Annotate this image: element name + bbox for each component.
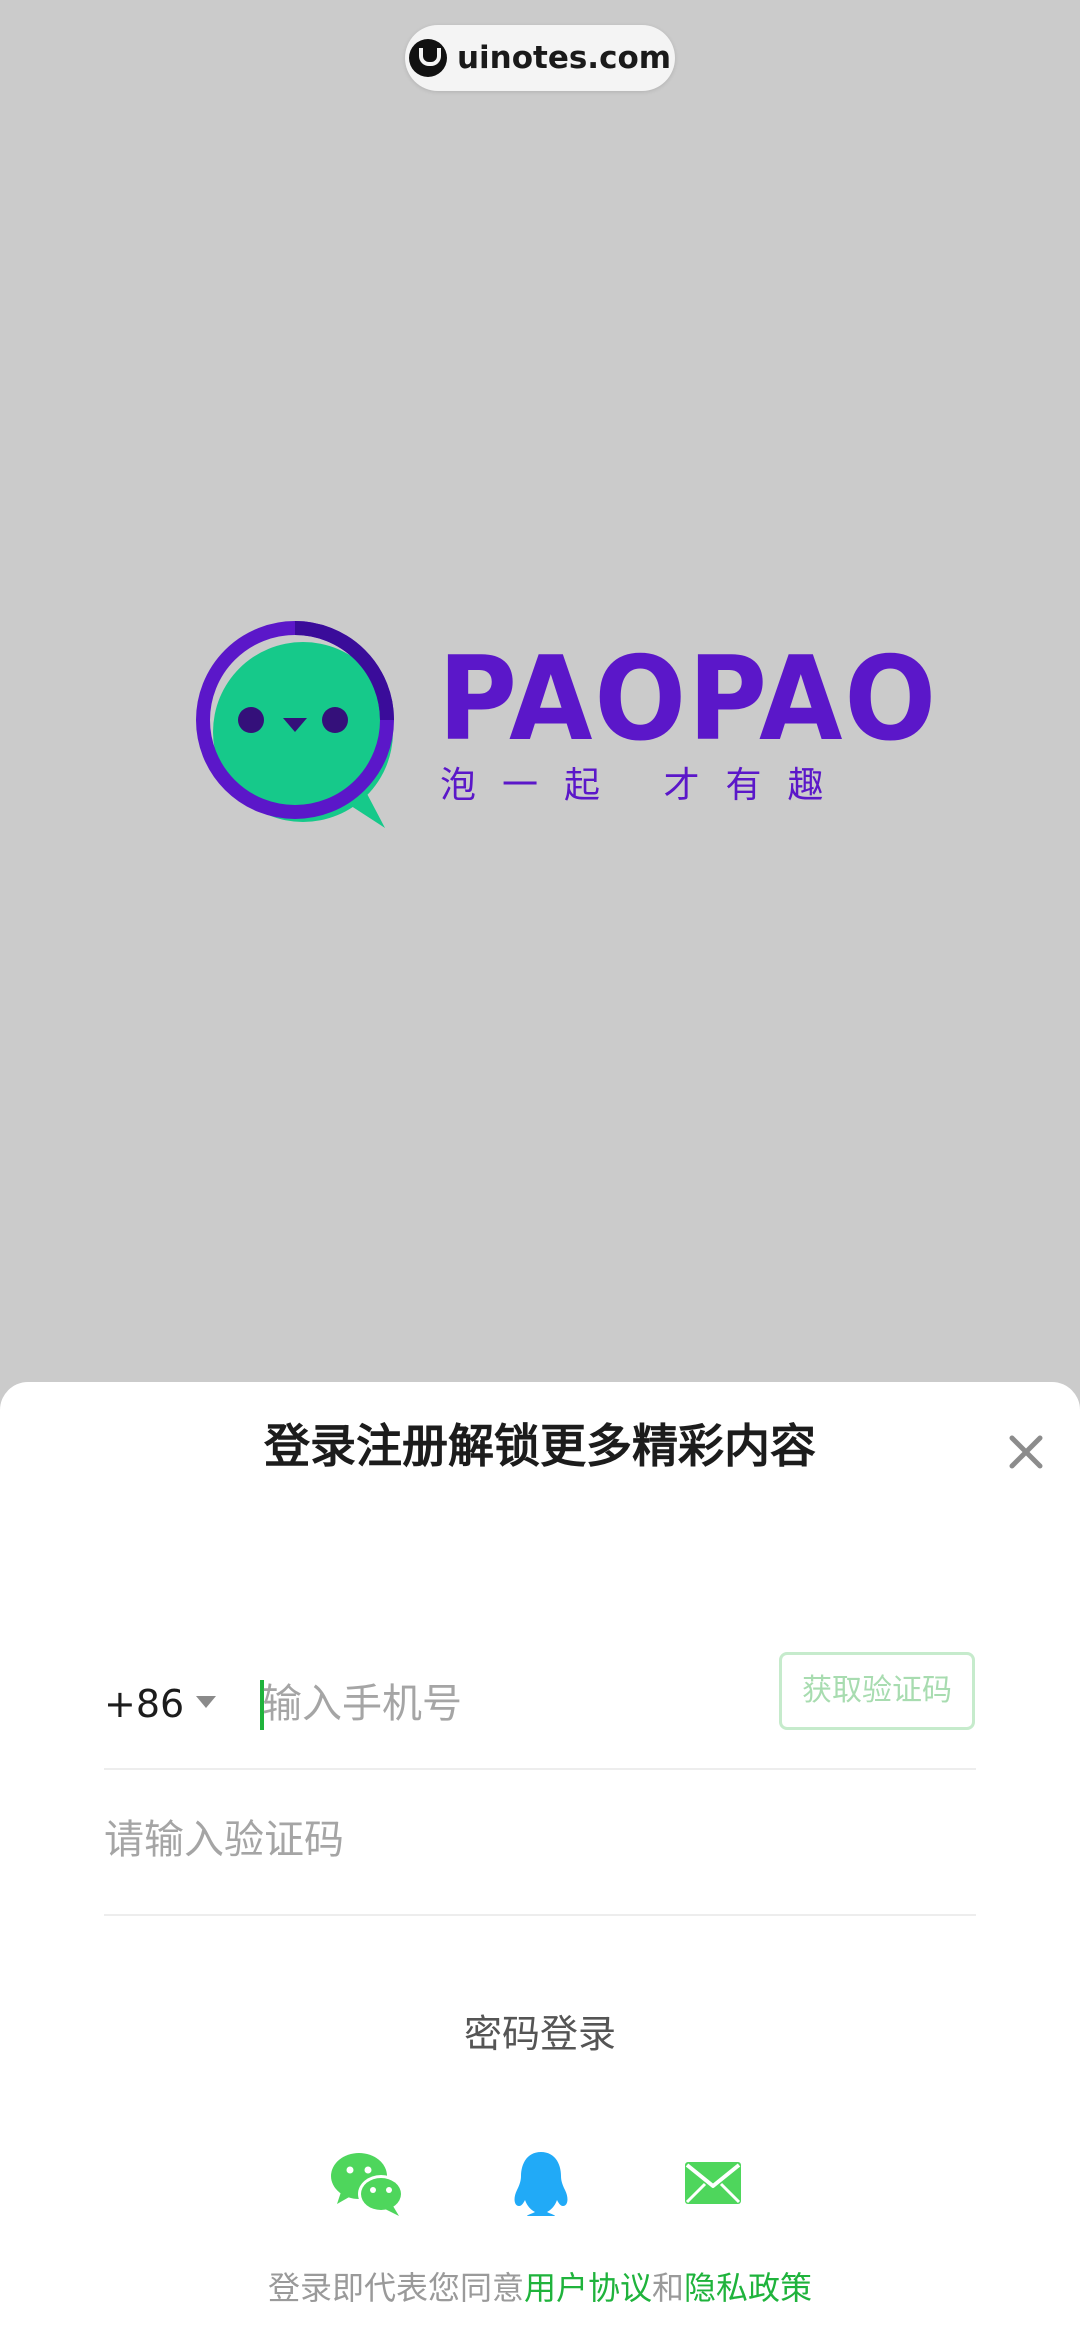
qq-icon[interactable]: [501, 2148, 581, 2218]
close-icon[interactable]: [1000, 1426, 1052, 1478]
country-code-selector[interactable]: +86: [104, 1678, 184, 1730]
phone-row: +86 获取验证码: [104, 1652, 976, 1770]
watermark-badge: uinotes.com: [405, 25, 675, 91]
phone-input[interactable]: [262, 1672, 762, 1736]
brand-name: PAOPAO: [438, 632, 938, 767]
brand-tagline: 泡一起 才有趣: [440, 765, 850, 806]
verify-row: [104, 1768, 976, 1916]
user-agreement-link[interactable]: 用户协议: [524, 2269, 652, 2307]
get-code-button[interactable]: 获取验证码: [779, 1652, 975, 1730]
login-sheet: 登录注册解锁更多精彩内容 +86 获取验证码 密码登录: [0, 1382, 1080, 2340]
chevron-down-icon[interactable]: [196, 1696, 216, 1708]
uinotes-logo-icon: [408, 39, 447, 77]
agreement-and: 和: [652, 2269, 685, 2307]
login-screen: uinotes.com PAOPAO 泡一起 才有趣 登录注册解锁更多精彩内容 …: [0, 0, 1080, 2340]
watermark-text: uinotes.com: [456, 40, 672, 76]
agreement-text: 登录即代表您同意用户协议和隐私政策: [0, 2266, 1080, 2310]
brand-logo: PAOPAO 泡一起 才有趣: [195, 620, 936, 830]
paopao-mascot-icon: [196, 621, 394, 828]
privacy-policy-link[interactable]: 隐私政策: [684, 2269, 812, 2307]
sheet-title: 登录注册解锁更多精彩内容: [264, 1419, 816, 1473]
verify-code-input[interactable]: [104, 1808, 964, 1872]
password-login-link[interactable]: 密码登录: [0, 2008, 1080, 2060]
wechat-icon[interactable]: [327, 2148, 407, 2218]
agreement-prefix: 登录即代表您同意: [267, 2269, 524, 2307]
mail-icon[interactable]: [673, 2148, 753, 2218]
